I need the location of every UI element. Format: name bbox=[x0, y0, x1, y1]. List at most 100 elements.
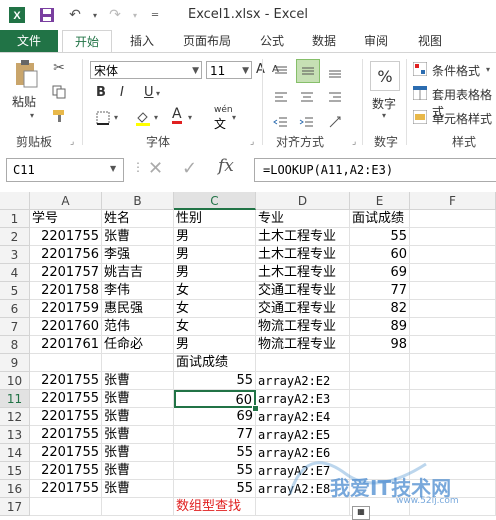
align-top-icon[interactable] bbox=[270, 61, 292, 83]
fill-color-icon[interactable] bbox=[134, 109, 152, 127]
tab-file[interactable]: 文件 bbox=[0, 30, 58, 52]
row-header-13[interactable]: 13 bbox=[0, 426, 30, 444]
cell[interactable] bbox=[350, 354, 410, 372]
fill-color-dropdown-icon[interactable]: ▾ bbox=[154, 113, 158, 122]
lookup-cell[interactable]: 2201755 bbox=[30, 426, 102, 444]
tab-formulas[interactable]: 公式 bbox=[252, 30, 292, 52]
data-cell[interactable]: 女 bbox=[174, 318, 256, 336]
row-header-4[interactable]: 4 bbox=[0, 264, 30, 282]
cell[interactable] bbox=[256, 354, 350, 372]
header-cell[interactable]: 学号 bbox=[30, 210, 102, 228]
data-cell[interactable]: 男 bbox=[174, 246, 256, 264]
label-cell[interactable]: 面试成绩 bbox=[174, 354, 256, 372]
tab-page-layout[interactable]: 页面布局 bbox=[174, 30, 240, 52]
lookup-cell[interactable]: 2201755 bbox=[30, 462, 102, 480]
italic-button[interactable]: I bbox=[120, 85, 124, 100]
tab-data[interactable]: 数据 bbox=[304, 30, 344, 52]
lookup-cell[interactable]: arrayA2:E2 bbox=[256, 372, 350, 390]
underline-button[interactable]: U bbox=[144, 85, 154, 100]
data-cell[interactable]: 土木工程专业 bbox=[256, 246, 350, 264]
align-middle-icon[interactable] bbox=[296, 59, 320, 83]
row-header-17[interactable]: 17 bbox=[0, 498, 30, 516]
lookup-cell[interactable]: 2201755 bbox=[30, 390, 102, 408]
lookup-cell[interactable]: 55 bbox=[174, 372, 256, 390]
column-header-d[interactable]: D bbox=[256, 192, 350, 210]
column-header-b[interactable]: B bbox=[102, 192, 174, 210]
insert-function-icon[interactable]: fx bbox=[218, 156, 234, 176]
data-cell[interactable]: 惠民强 bbox=[102, 300, 174, 318]
lookup-cell[interactable]: 张曹 bbox=[102, 426, 174, 444]
clipboard-launcher-icon[interactable]: ⌟ bbox=[70, 137, 74, 147]
align-left-icon[interactable] bbox=[270, 87, 292, 109]
increase-indent-icon[interactable] bbox=[296, 111, 318, 133]
data-cell[interactable]: 男 bbox=[174, 228, 256, 246]
border-icon[interactable] bbox=[94, 109, 112, 127]
lookup-cell[interactable]: 2201755 bbox=[30, 480, 102, 498]
row-header-10[interactable]: 10 bbox=[0, 372, 30, 390]
font-name-combo[interactable]: 宋体 ▼ bbox=[90, 61, 202, 79]
cell[interactable] bbox=[410, 354, 496, 372]
data-cell[interactable]: 男 bbox=[174, 264, 256, 282]
row-header-12[interactable]: 12 bbox=[0, 408, 30, 426]
fill-handle[interactable] bbox=[252, 405, 259, 412]
select-all-corner[interactable] bbox=[0, 192, 30, 210]
paste-dropdown-icon[interactable]: ▾ bbox=[30, 111, 34, 120]
underline-dropdown-icon[interactable]: ▾ bbox=[156, 89, 160, 98]
cell-styles-icon[interactable] bbox=[412, 109, 428, 125]
data-cell[interactable]: 98 bbox=[350, 336, 410, 354]
cell[interactable] bbox=[30, 498, 102, 516]
data-cell[interactable]: 55 bbox=[350, 228, 410, 246]
number-dropdown-icon[interactable]: ▾ bbox=[382, 111, 386, 120]
column-header-e[interactable]: E bbox=[350, 192, 410, 210]
decrease-indent-icon[interactable] bbox=[270, 111, 292, 133]
data-cell[interactable]: 土木工程专业 bbox=[256, 228, 350, 246]
lookup-cell[interactable]: 张曹 bbox=[102, 372, 174, 390]
cell[interactable] bbox=[350, 390, 410, 408]
data-cell[interactable]: 李伟 bbox=[102, 282, 174, 300]
cell[interactable] bbox=[30, 354, 102, 372]
lookup-cell[interactable]: arrayA2:E3 bbox=[256, 390, 350, 408]
cell[interactable] bbox=[350, 408, 410, 426]
row-header-7[interactable]: 7 bbox=[0, 318, 30, 336]
row-header-3[interactable]: 3 bbox=[0, 246, 30, 264]
copy-icon[interactable] bbox=[50, 83, 68, 101]
lookup-cell[interactable]: 55 bbox=[174, 462, 256, 480]
lookup-cell[interactable]: 张曹 bbox=[102, 390, 174, 408]
tab-view[interactable]: 视图 bbox=[410, 30, 450, 52]
cell[interactable] bbox=[410, 264, 496, 282]
cell[interactable] bbox=[410, 390, 496, 408]
row-header-9[interactable]: 9 bbox=[0, 354, 30, 372]
data-cell[interactable]: 2201757 bbox=[30, 264, 102, 282]
number-button-label[interactable]: 数字 bbox=[372, 95, 396, 112]
name-box[interactable]: C11 bbox=[6, 158, 124, 182]
row-header-14[interactable]: 14 bbox=[0, 444, 30, 462]
lookup-cell[interactable]: 2201755 bbox=[30, 408, 102, 426]
cancel-icon[interactable]: ✕ bbox=[148, 158, 163, 179]
conditional-format-icon[interactable] bbox=[412, 61, 428, 77]
data-cell[interactable]: 2201761 bbox=[30, 336, 102, 354]
data-cell[interactable]: 男 bbox=[174, 336, 256, 354]
data-cell[interactable]: 交通工程专业 bbox=[256, 282, 350, 300]
lookup-cell[interactable]: 张曹 bbox=[102, 480, 174, 498]
format-painter-icon[interactable] bbox=[50, 107, 68, 125]
format-as-table-icon[interactable] bbox=[412, 85, 428, 101]
row-header-5[interactable]: 5 bbox=[0, 282, 30, 300]
orientation-icon[interactable] bbox=[324, 111, 346, 133]
lookup-cell[interactable]: 2201755 bbox=[30, 372, 102, 390]
lookup-cell[interactable]: 张曹 bbox=[102, 444, 174, 462]
label-cell[interactable]: 数组型查找 bbox=[174, 498, 256, 516]
data-cell[interactable]: 土木工程专业 bbox=[256, 264, 350, 282]
data-cell[interactable]: 77 bbox=[350, 282, 410, 300]
column-header-c[interactable]: C bbox=[174, 192, 256, 210]
cell[interactable] bbox=[410, 282, 496, 300]
lookup-cell[interactable]: 69 bbox=[174, 408, 256, 426]
data-cell[interactable]: 物流工程专业 bbox=[256, 336, 350, 354]
lookup-cell[interactable]: arrayA2:E4 bbox=[256, 408, 350, 426]
tab-insert[interactable]: 插入 bbox=[122, 30, 162, 52]
header-cell[interactable]: 性别 bbox=[174, 210, 256, 228]
data-cell[interactable]: 2201756 bbox=[30, 246, 102, 264]
enter-icon[interactable]: ✓ bbox=[182, 158, 197, 179]
data-cell[interactable]: 女 bbox=[174, 300, 256, 318]
data-cell[interactable]: 范伟 bbox=[102, 318, 174, 336]
data-cell[interactable]: 物流工程专业 bbox=[256, 318, 350, 336]
